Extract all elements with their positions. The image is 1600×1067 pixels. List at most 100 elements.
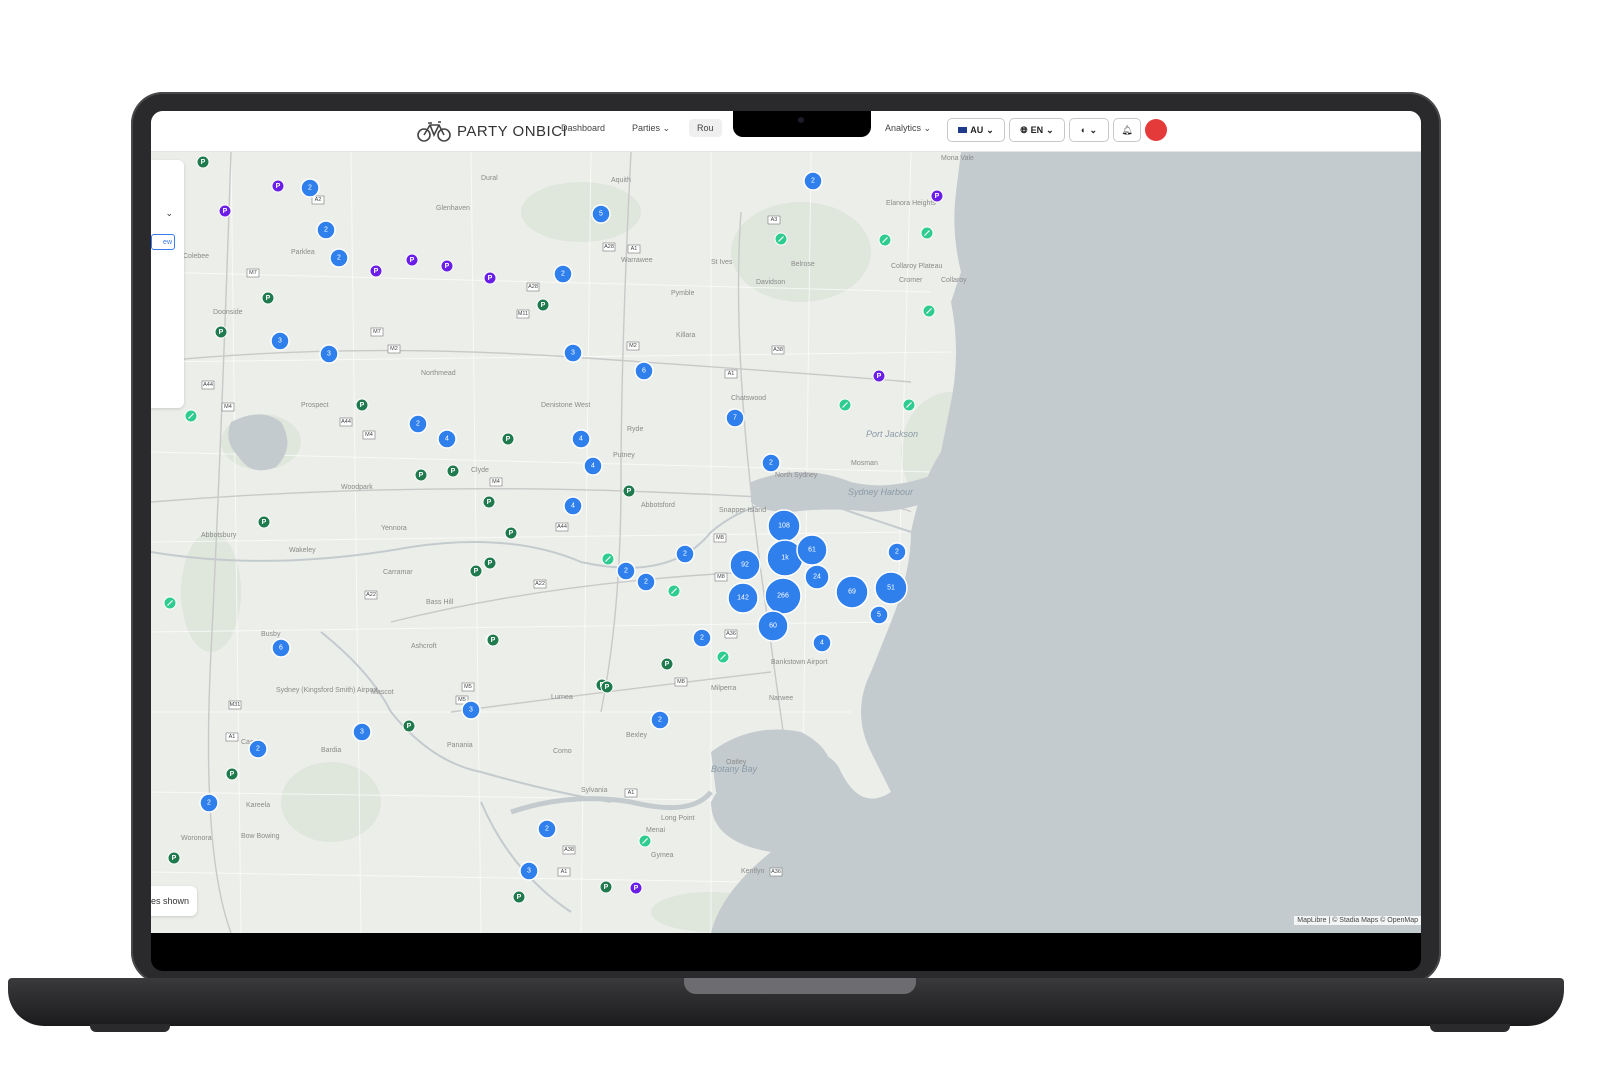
road-shield-label: M31 [230,702,241,708]
cluster-count: 6 [279,645,283,652]
globe-icon: 🌐︎ [1020,124,1028,135]
cluster-count: 5 [877,612,881,619]
parking-icon: P [201,159,206,166]
parking-icon: P [509,530,514,537]
place-label: Yennora [381,525,407,532]
parking-icon: P [517,894,522,901]
road-shield-label: A38 [773,347,783,353]
place-label: Clyde [471,467,489,474]
region-selector[interactable]: AU ⌄ [947,118,1005,142]
road-shield-label: M4 [365,432,373,438]
place-label: Warrawee [621,257,653,264]
place-label: Prospect [301,402,329,409]
place-label: Abbotsbury [201,532,237,539]
road-shield-label: A44 [557,524,567,530]
road-shield-label: A44 [203,382,213,388]
place-label: Panania [447,742,473,749]
road-shield-label: M8 [716,535,724,541]
laptop-hinge [684,978,916,994]
parking-icon: P [474,568,479,575]
language-selector[interactable]: 🌐︎ EN ⌄ [1009,118,1065,142]
parking-icon: P [276,183,281,190]
cluster-count: 2 [895,549,899,556]
place-label: Gymea [651,852,674,859]
results-count: es shown [151,886,197,916]
cluster-count: 3 [278,338,282,345]
place-label: Snapper Island [719,507,766,514]
parking-icon: P [410,257,415,264]
road-shield-label: M7 [373,329,381,335]
brand-logo[interactable]: PARTY ONBICI [417,119,567,143]
road-shield-label: A36 [771,869,781,875]
place-label: Carramar [383,569,413,576]
parking-icon: P [451,468,456,475]
parking-icon: P [419,472,424,479]
cluster-count: 4 [445,436,449,443]
place-label: Glenhaven [436,205,470,212]
cluster-count: 6 [642,368,646,375]
cluster-count: 2 [416,421,420,428]
parking-icon: P [605,684,610,691]
nav-analytics[interactable]: Analytics ⌄ [885,123,931,134]
place-label: Aquith [611,177,631,184]
place-label: Northmead [421,370,456,377]
bell-icon: 🔔︎ [1121,124,1133,135]
notifications-button[interactable]: 🔔︎ [1113,118,1141,142]
cluster-count: 2 [561,271,565,278]
place-label: Long Point [661,815,695,822]
brand-name: PARTY ONBICI [457,122,568,140]
nav-parties[interactable]: Parties ⌄ [632,123,670,134]
place-label: Pymble [671,290,694,297]
cluster-count: 2 [207,800,211,807]
nav-routes[interactable]: Rou [689,119,722,137]
cluster-count: 2 [624,568,628,575]
road-shield-label: M4 [492,479,500,485]
nav-analytics-label: Analytics [885,123,922,133]
place-label: Bass Hill [426,599,454,606]
user-avatar[interactable] [1145,119,1167,141]
place-label: Woronora [181,835,212,842]
nav-dashboard[interactable]: Dashboard [561,123,605,133]
road-shield-label: A1 [728,371,735,377]
view-button[interactable]: ew [151,234,175,250]
place-label: St Ives [711,259,733,266]
road-shield-label: A44 [341,419,351,425]
cluster-count: 92 [741,562,749,569]
road-shield-label: A1 [229,734,236,740]
theme-toggle[interactable]: ◐ ⌄ [1069,118,1109,142]
place-label: Kentlyn [741,868,764,875]
cluster-count: 2 [324,227,328,234]
road-shield-label: A28 [604,244,614,250]
panel-dropdown[interactable]: ⌄ [151,208,173,226]
place-label: Mosman [851,460,878,467]
place-label: Kareela [246,802,270,809]
road-shield-label: A36 [726,631,736,637]
place-label: Davidson [756,279,785,286]
cluster-count: 108 [778,523,790,530]
bicycle-icon [417,121,451,142]
parking-icon: P [219,329,224,336]
map-canvas[interactable]: Port Jackson Sydney Harbour Botany Bay M… [151,152,1421,933]
road-shield-label: A1 [631,246,638,252]
place-label: Ryde [627,426,643,433]
map-view[interactable]: Port Jackson Sydney Harbour Botany Bay M… [151,152,1421,933]
water-label: Sydney Harbour [848,487,914,497]
place-label: Doonside [213,309,243,316]
place-label: Chatswood [731,395,766,402]
cluster-count: 69 [848,589,856,596]
cluster-count: 2 [545,826,549,833]
road-shield-label: M5 [464,684,472,690]
parking-icon: P [488,275,493,282]
cluster-count: 2 [256,746,260,753]
parking-icon: P [223,208,228,215]
parking-icon: P [487,499,492,506]
road-shield-label: M11 [518,311,528,317]
chevron-down-icon: ⌄ [662,123,671,133]
cluster-count: 4 [571,503,575,510]
cluster-count: 61 [808,547,816,554]
cluster-count: 2 [337,255,341,262]
parking-icon: P [665,661,670,668]
camera-notch [733,111,871,137]
road-shield-label: A2 [315,197,322,203]
map-attribution[interactable]: MapLibre | © Stadia Maps © OpenMap [1294,916,1421,925]
